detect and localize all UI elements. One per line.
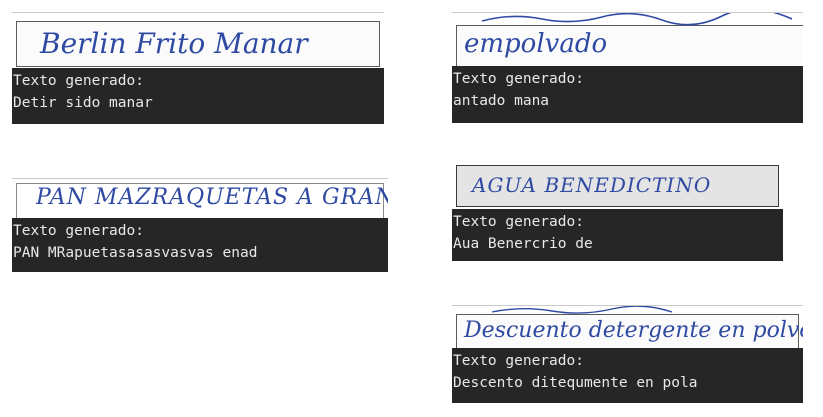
generated-text-output: Texto generado: antado mana [452,66,803,123]
ocr-result-panel: Descuento detergente en polvo Texto gene… [452,305,803,403]
output-text: Descento ditequmente en pola [453,375,698,391]
ocr-result-panel: Berlin Frito Manar Texto generado: Detir… [12,12,384,124]
handwriting-image: Berlin Frito Manar [12,12,384,69]
generated-text-output: Texto generado: Aua Benercrio de [452,209,783,261]
generated-text-output: Texto generado: Descento ditequmente en … [452,348,803,403]
output-text: Aua Benercrio de [453,236,593,252]
ocr-result-panel: empolvado Texto generado: antado mana [452,12,803,123]
output-text: antado mana [453,93,550,109]
handwriting-image: Descuento detergente en polvo [452,305,803,349]
handwritten-text: PAN MAZRAQUETAS A GRANEL [36,185,388,210]
output-text: PAN MRapuetasasasvasvas enad [13,245,258,261]
handwritten-text: Descuento detergente en polvo [464,318,803,343]
generated-text-output: Texto generado: Detir sido manar [12,68,384,124]
ocr-result-panel: AGUA BENEDICTINO Texto generado: Aua Ben… [452,163,783,261]
handwritten-text: AGUA BENEDICTINO [472,173,712,197]
handwritten-text: Berlin Frito Manar [40,27,308,60]
handwriting-image: AGUA BENEDICTINO [452,163,783,209]
output-label: Texto generado: [453,71,584,87]
handwriting-image: PAN MAZRAQUETAS A GRANEL [12,178,388,219]
output-text: Detir sido manar [13,95,153,111]
generated-text-output: Texto generado: PAN MRapuetasasasvasvas … [12,218,388,272]
handwriting-image: empolvado [452,12,803,67]
output-label: Texto generado: [13,73,144,89]
output-label: Texto generado: [453,353,584,369]
handwritten-text: empolvado [464,29,608,59]
ocr-result-panel: PAN MAZRAQUETAS A GRANEL Texto generado:… [12,178,388,272]
output-label: Texto generado: [453,214,584,230]
output-label: Texto generado: [13,223,144,239]
